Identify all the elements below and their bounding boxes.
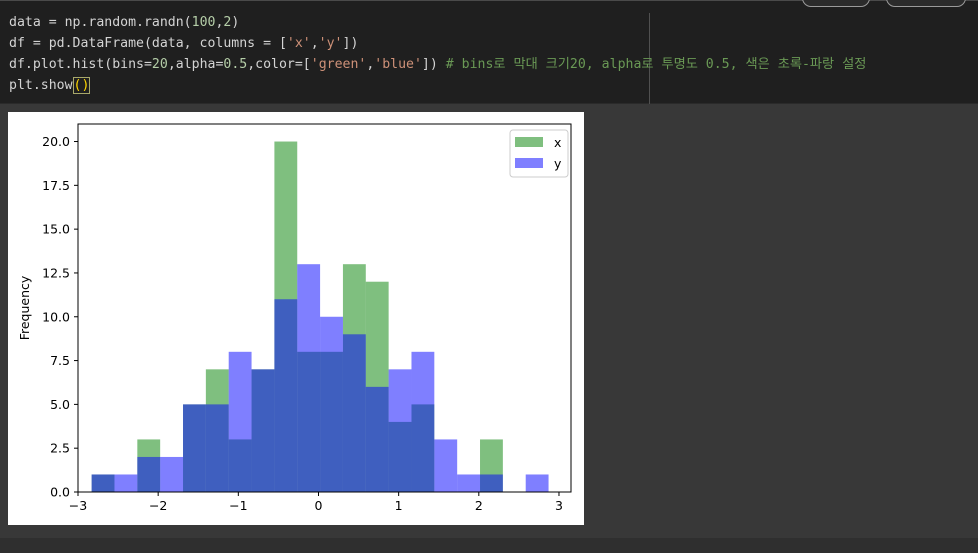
y-tick-label: 5.0 (50, 397, 70, 412)
y-tick-label: 15.0 (42, 222, 70, 237)
code-token: plt.show (9, 78, 73, 93)
x-tick-label: −2 (149, 498, 167, 513)
histogram-chart: −3 −2 −1 0 1 2 3 0.0 2.5 5.0 7.5 10.0 12.5 15.0 17.5 20… (17, 123, 572, 513)
code-token: data = np.random.randn( (9, 15, 192, 30)
code-comment: # bins로 막대 크기20, alpha로 투명도 0.5, 색은 초록-파… (445, 57, 867, 72)
y-tick-label: 12.5 (42, 265, 70, 280)
code-line: data = np.random.randn(100,2) (9, 15, 239, 30)
histogram-bar-y (320, 316, 343, 492)
legend-label-x: x (554, 135, 561, 150)
x-tick-label: 2 (475, 498, 483, 513)
histogram-bar-y (251, 369, 275, 492)
code-cell[interactable]: data = np.random.randn(100,2) df = pd.Da… (0, 0, 978, 105)
legend-label-y: y (554, 156, 562, 171)
histogram-bar-y (91, 474, 115, 492)
cell-output: −3 −2 −1 0 1 2 3 0.0 2.5 5.0 7.5 10.0 12.5 15.0 17.5 20… (8, 112, 584, 525)
histogram-bar-y (365, 386, 389, 492)
y-tick-label: 0.0 (50, 485, 70, 500)
code-string: 'blue' (374, 57, 422, 72)
code-token: ,color=[ (247, 57, 311, 72)
histogram-bar-y (297, 264, 321, 492)
histogram-bar-y (160, 456, 184, 492)
code-string: 'green' (310, 57, 367, 72)
y-tick-label: 17.5 (42, 178, 70, 193)
code-token: () (72, 77, 91, 94)
next-cell-edge (0, 538, 978, 553)
code-token: ]) (421, 57, 446, 72)
histogram-bar-y (434, 439, 458, 492)
histogram-bar-y (457, 474, 481, 492)
y-tick-label: 20.0 (42, 134, 70, 149)
code-editor[interactable]: data = np.random.randn(100,2) df = pd.Da… (9, 12, 866, 96)
x-tick-label: 3 (555, 498, 563, 513)
histogram-bar-y (342, 334, 366, 492)
code-token: ) (231, 15, 240, 30)
code-number: 100 (191, 15, 216, 30)
cell-toolbar-button[interactable] (802, 0, 870, 7)
code-string: 'y' (318, 36, 343, 51)
x-tick-label: −1 (229, 498, 247, 513)
x-tick-label: −3 (69, 498, 87, 513)
code-token: ,alpha= (167, 57, 224, 72)
code-token: df = pd.DataFrame(data, columns = [ (9, 36, 287, 51)
histogram-bar-y (411, 351, 435, 492)
code-token: , (310, 36, 319, 51)
code-line: plt.show() (9, 77, 91, 94)
cell-separator (0, 104, 978, 110)
x-tick-label: 1 (395, 498, 403, 513)
histogram-bar-y (228, 351, 252, 492)
histogram-bar-y (388, 369, 412, 492)
y-tick-label: 2.5 (50, 441, 70, 456)
code-line: df = pd.DataFrame(data, columns = ['x','… (9, 36, 358, 51)
histogram-bar-y (525, 474, 549, 492)
histogram-bar-y (137, 456, 161, 492)
cell-toolbar-button[interactable] (886, 0, 966, 7)
y-tick-label: 10.0 (42, 309, 70, 324)
histogram-bar-y (114, 474, 138, 492)
code-number: 20 (151, 57, 168, 72)
y-tick-label: 7.5 (50, 353, 70, 368)
histogram-bar-y (274, 299, 298, 492)
code-token: df.plot.hist(bins= (9, 57, 152, 72)
legend-swatch-x (515, 137, 543, 147)
code-number: 0.5 (223, 57, 248, 72)
y-axis-label: Frequency (17, 275, 32, 340)
legend-swatch-y (515, 158, 543, 168)
x-tick-label: 0 (315, 498, 323, 513)
code-string: 'x' (286, 36, 311, 51)
code-token: ]) (342, 36, 359, 51)
histogram-bar-y (183, 404, 206, 492)
histogram-bar-y (480, 474, 503, 492)
code-line: df.plot.hist(bins=20,alpha=0.5,color=['g… (9, 57, 866, 72)
histogram-bar-y (205, 404, 229, 492)
